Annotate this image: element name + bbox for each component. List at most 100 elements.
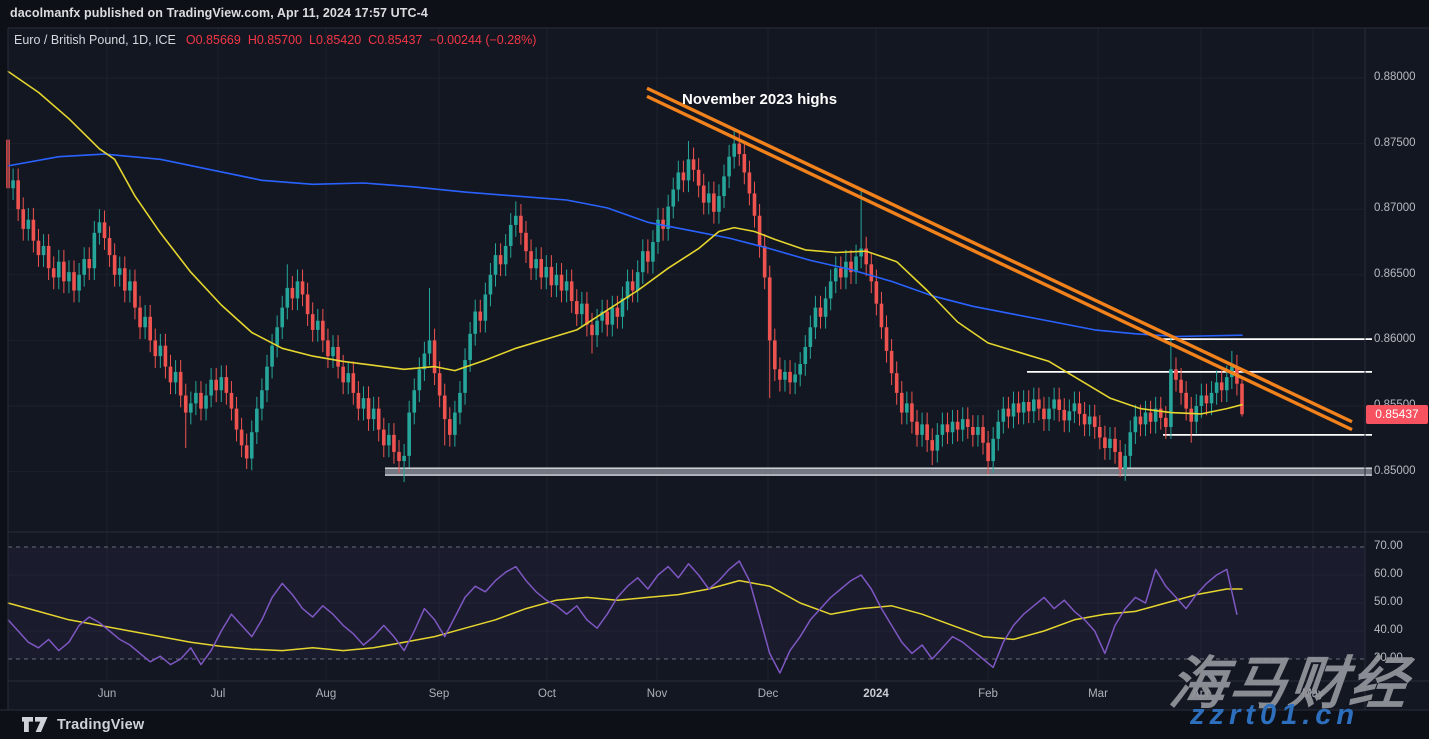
candle-body	[844, 262, 848, 278]
candle-body	[890, 351, 894, 373]
candle-body	[382, 430, 386, 446]
candle-body	[1179, 380, 1183, 393]
chart-canvas[interactable]	[0, 0, 1429, 739]
time-tick-label[interactable]: Jul	[196, 688, 240, 700]
candle-body	[179, 372, 183, 396]
candle-body	[560, 275, 564, 291]
time-tick-label[interactable]: Nov	[635, 688, 679, 700]
candle-body	[1103, 437, 1107, 447]
candle-body	[544, 267, 548, 277]
time-tick-label[interactable]: Feb	[966, 688, 1010, 700]
candle-body	[722, 176, 726, 196]
candle-body	[854, 256, 858, 272]
candle-body	[448, 419, 452, 435]
time-tick-label[interactable]: Jun	[85, 688, 129, 700]
candle-body	[169, 367, 173, 383]
candle-body	[478, 312, 482, 321]
candle-body	[453, 413, 457, 435]
candle-body	[367, 398, 371, 419]
candle-body	[484, 294, 488, 320]
candle-body	[595, 321, 599, 335]
candle-body	[72, 272, 76, 290]
tradingview-logo-icon[interactable]	[22, 717, 49, 732]
candle-body	[590, 325, 594, 335]
candle-body	[880, 304, 884, 328]
support-zone-band	[385, 468, 1372, 475]
candle-body	[235, 409, 239, 430]
candle-body	[737, 144, 741, 154]
slow-ma-line	[8, 154, 1242, 336]
candle-body	[885, 327, 889, 351]
candle-body	[494, 255, 498, 275]
candle-body	[153, 340, 157, 356]
candle-body	[580, 304, 584, 314]
candle-body	[113, 255, 117, 275]
candle-body	[773, 340, 777, 369]
candle-body	[128, 281, 132, 290]
candle-body	[504, 246, 508, 264]
time-tick-label[interactable]: Sep	[417, 688, 461, 700]
candle-body	[458, 393, 462, 413]
candle-body	[702, 186, 706, 203]
candle-body	[321, 321, 325, 341]
candle-body	[814, 308, 818, 328]
candle-body	[123, 268, 127, 290]
time-tick-label[interactable]: Aug	[304, 688, 348, 700]
candle-body	[27, 220, 31, 229]
candle-body	[62, 262, 66, 282]
rsi-tick-label: 40.00	[1374, 624, 1403, 636]
candle-body	[133, 281, 137, 307]
candle-body	[966, 419, 970, 427]
candle-body	[651, 242, 655, 262]
candle-body	[16, 180, 20, 209]
candle-body	[1047, 409, 1051, 419]
candle-body	[1002, 409, 1006, 422]
price-tick-label: 0.88000	[1374, 71, 1416, 83]
candle-body	[550, 267, 554, 285]
candle-body	[240, 430, 244, 446]
candle-body	[174, 372, 178, 382]
candle-body	[418, 369, 422, 390]
time-tick-label[interactable]: May	[1291, 688, 1335, 700]
symbol-title[interactable]: Euro / British Pound, 1D, ICE	[14, 33, 176, 47]
candle-body	[555, 275, 559, 285]
candle-body	[443, 396, 447, 420]
candle-body	[311, 314, 315, 330]
candle-body	[915, 422, 919, 435]
time-tick-label[interactable]: Oct	[525, 688, 569, 700]
candle-body	[616, 308, 620, 317]
candle-body	[788, 372, 792, 382]
candle-body	[57, 262, 61, 278]
candle-body	[712, 193, 716, 211]
candle-body	[677, 172, 681, 189]
candle-body	[296, 281, 300, 298]
candle-body	[67, 272, 71, 281]
candle-body	[798, 364, 802, 374]
candle-body	[255, 409, 259, 433]
descending-trendline	[647, 88, 1352, 422]
candle-body	[438, 373, 442, 395]
candle-body	[1088, 416, 1092, 424]
fast-ma-line	[8, 71, 1242, 414]
change-value: −0.00244 (−0.28%)	[429, 33, 536, 47]
candle-body	[103, 222, 107, 238]
candle-body	[250, 432, 254, 458]
symbol-legend[interactable]: Euro / British Pound, 1D, ICEO0.85669H0.…	[14, 33, 536, 47]
candle-body	[402, 456, 406, 461]
candle-body	[489, 275, 493, 295]
candle-body	[692, 159, 696, 169]
time-tick-label[interactable]: Apr	[1179, 688, 1223, 700]
candle-body	[1057, 399, 1061, 409]
time-tick-label[interactable]: 2024	[854, 688, 898, 700]
candle-body	[82, 259, 86, 275]
candle-body	[1210, 393, 1214, 403]
ohlc-l-value: L0.85420	[309, 33, 361, 47]
tradingview-published-chart: dacolmanfx published on TradingView.com,…	[0, 0, 1429, 739]
candle-body	[925, 424, 929, 440]
candle-body	[138, 308, 142, 328]
time-tick-label[interactable]: Mar	[1076, 688, 1120, 700]
time-tick-label[interactable]: Dec	[746, 688, 790, 700]
tradingview-brand-text[interactable]: TradingView	[57, 717, 144, 733]
candle-body	[875, 281, 879, 303]
candle-body	[280, 308, 284, 328]
